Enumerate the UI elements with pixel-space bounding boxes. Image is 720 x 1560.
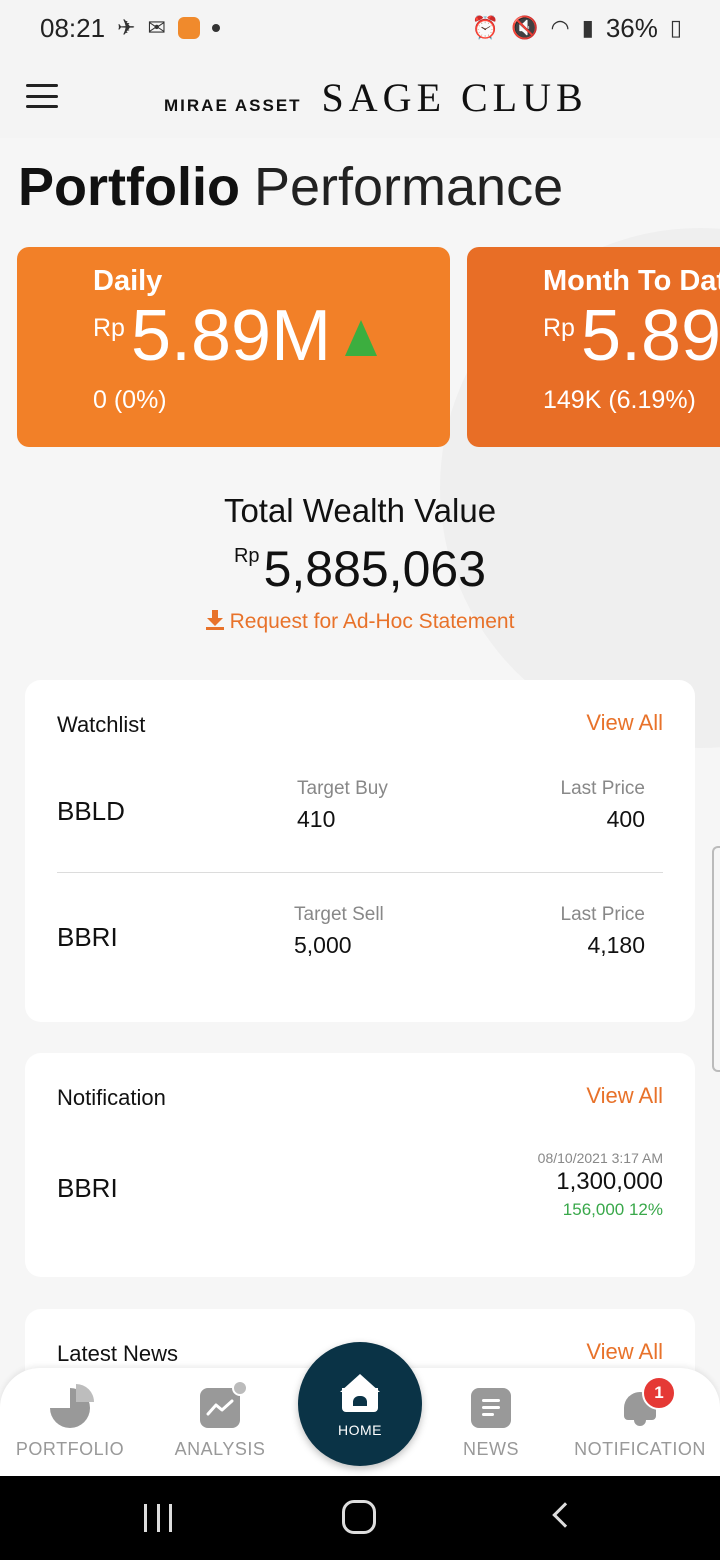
notification-item-detail[interactable]: 08/10/2021 3:17 AM 1,300,000 156,000 12% — [538, 1150, 663, 1220]
nav-notification[interactable]: 1 NOTIFICATION — [570, 1368, 710, 1476]
page-title: Portfolio Performance — [18, 156, 563, 218]
last-price-label: Last Price — [560, 778, 645, 799]
status-bar: 08:21 ✈ ✉ ⏰ 🔇 ◠ ▮ 36% ▯ — [0, 0, 720, 56]
ad-hoc-statement-link[interactable]: Request for Ad-Hoc Statement — [0, 610, 720, 634]
watchlist-panel: Watchlist View All BBLD Target Buy 410 L… — [25, 680, 695, 1022]
divider — [57, 872, 663, 873]
status-time: 08:21 — [40, 12, 106, 43]
app-header: MIRAE ASSET SAGE CLUB — [0, 56, 720, 138]
stock-symbol: BBLD — [57, 796, 125, 826]
stock-symbol: BBRI — [57, 922, 118, 952]
nav-label: ANALYSIS — [174, 1439, 266, 1459]
battery-icon: ▯ — [669, 15, 682, 40]
main-content[interactable]: Portfolio Performance Daily Rp 5.89M 0 (0… — [0, 138, 720, 1378]
nav-label: NEWS — [463, 1439, 519, 1459]
system-navigation-bar — [0, 1476, 720, 1560]
nav-portfolio[interactable]: PORTFOLIO — [0, 1368, 140, 1476]
notification-view-all-link[interactable]: View All — [586, 1083, 663, 1109]
notification-amount: 1,300,000 — [556, 1168, 663, 1195]
nav-label: PORTFOLIO — [15, 1439, 125, 1459]
recent-apps-icon[interactable] — [144, 1504, 172, 1532]
watchlist-row[interactable]: BBLD Target Buy 410 Last Price 400 — [57, 778, 663, 868]
watchlist-view-all-link[interactable]: View All — [586, 710, 663, 736]
page-title-bold: Portfolio — [18, 157, 240, 217]
target-label: Target Buy — [297, 778, 388, 799]
pie-chart-icon — [50, 1384, 94, 1428]
last-price-label: Last Price — [560, 904, 645, 925]
home-label: HOME — [338, 1422, 382, 1438]
gmail-icon: ✉ — [147, 15, 166, 40]
more-notifications-dot-icon — [211, 24, 220, 32]
back-icon[interactable] — [552, 1502, 578, 1528]
watchlist-row[interactable]: BBRI Target Sell 5,000 Last Price 4,180 — [57, 904, 663, 994]
page-title-light: Performance — [253, 157, 564, 217]
notification-panel: Notification View All BBRI 08/10/2021 3:… — [25, 1053, 695, 1277]
card-label: Daily — [93, 265, 163, 297]
news-view-all-link[interactable]: View All — [586, 1339, 663, 1365]
brand-logo: MIRAE ASSET SAGE CLUB — [164, 74, 588, 121]
home-button[interactable]: HOME — [298, 1342, 422, 1466]
wealth-amount: 5,885,063 — [263, 541, 486, 597]
wifi-icon: ◠ — [550, 15, 570, 40]
currency-label: Rp — [93, 314, 125, 342]
brand-sage-club: SAGE CLUB — [321, 75, 588, 120]
nav-news[interactable]: NEWS — [430, 1368, 552, 1476]
news-icon — [471, 1388, 511, 1428]
notification-change: 156,000 12% — [562, 1200, 663, 1219]
bird-app-icon: ✈ — [117, 15, 136, 40]
latest-news-title: Latest News — [57, 1341, 179, 1366]
last-price-value: 4,180 — [587, 932, 645, 958]
currency-label: Rp — [233, 545, 260, 567]
signal-icon: ▮ — [581, 15, 594, 40]
scroll-indicator[interactable] — [712, 846, 720, 1072]
card-change: 0 (0%) — [93, 386, 167, 414]
card-change: 149K (6.19%) — [543, 386, 696, 414]
brand-mirae-asset: MIRAE ASSET — [164, 96, 302, 115]
card-value: 5.89M — [130, 296, 332, 376]
menu-icon[interactable] — [26, 84, 58, 108]
trend-chart-icon — [200, 1380, 248, 1428]
target-value: 5,000 — [294, 932, 352, 958]
ad-hoc-statement-label: Request for Ad-Hoc Statement — [229, 610, 515, 633]
daily-performance-card[interactable]: Daily Rp 5.89M 0 (0%) — [17, 247, 450, 447]
target-value: 410 — [297, 806, 336, 832]
download-icon — [205, 610, 224, 630]
currency-label: Rp — [543, 314, 575, 342]
notification-symbol[interactable]: BBRI — [57, 1173, 118, 1204]
home-icon — [340, 1374, 380, 1412]
last-price-value: 400 — [606, 806, 645, 832]
alarm-icon: ⏰ — [471, 15, 500, 40]
notification-time: 08/10/2021 3:17 AM — [537, 1150, 663, 1166]
notification-count-badge: 1 — [642, 1376, 676, 1410]
month-to-date-card[interactable]: Month To Date Rp 5.89 149K (6.19%) — [467, 247, 720, 447]
nav-label: NOTIFICATION — [574, 1439, 706, 1459]
notification-title: Notification — [57, 1085, 166, 1110]
battery-percent: 36% — [605, 12, 658, 43]
nav-analysis[interactable]: ANALYSIS — [150, 1368, 290, 1476]
sage-club-app-icon — [177, 17, 200, 39]
card-label: Month To Date — [543, 265, 720, 297]
system-home-icon[interactable] — [342, 1500, 376, 1534]
watchlist-title: Watchlist — [57, 712, 146, 737]
target-label: Target Sell — [294, 904, 384, 925]
total-wealth-label: Total Wealth Value — [223, 492, 497, 529]
total-wealth-value: Rp5,885,063 — [0, 540, 720, 598]
trend-up-icon — [345, 320, 378, 356]
card-value: 5.89 — [580, 296, 720, 376]
mute-icon: 🔇 — [511, 15, 539, 40]
